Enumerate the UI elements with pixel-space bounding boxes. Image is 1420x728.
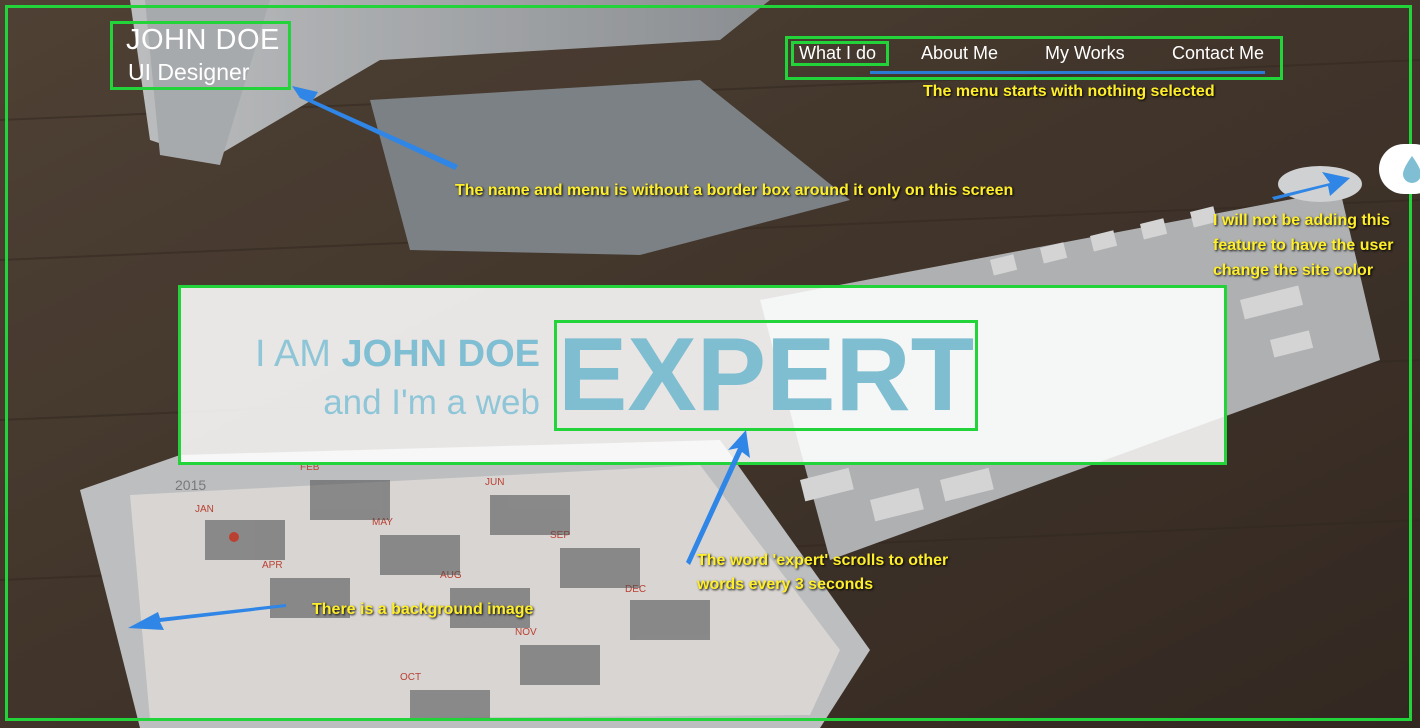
annotation-color-note-1: I will not be adding this [1213, 212, 1390, 229]
arrow-to-background [128, 604, 286, 630]
arrow-to-color-toggle [1272, 172, 1350, 200]
annotation-color-note-3: change the site color [1213, 262, 1374, 279]
annotation-brand-note: The name and menu is without a border bo… [455, 182, 1014, 199]
arrow-to-brand [292, 86, 458, 170]
annotation-arrows [128, 86, 1350, 630]
arrow-to-rotating-word [686, 430, 750, 565]
annotation-menu-note: The menu starts with nothing selected [923, 83, 1215, 100]
annotation-expert-note-1: The word 'expert' scrolls to other [697, 552, 949, 569]
annotation-expert-note-2: words every 3 seconds [697, 576, 874, 593]
annotation-bg-note: There is a background image [312, 601, 534, 618]
annotation-color-note-2: feature to have the user [1213, 237, 1394, 254]
